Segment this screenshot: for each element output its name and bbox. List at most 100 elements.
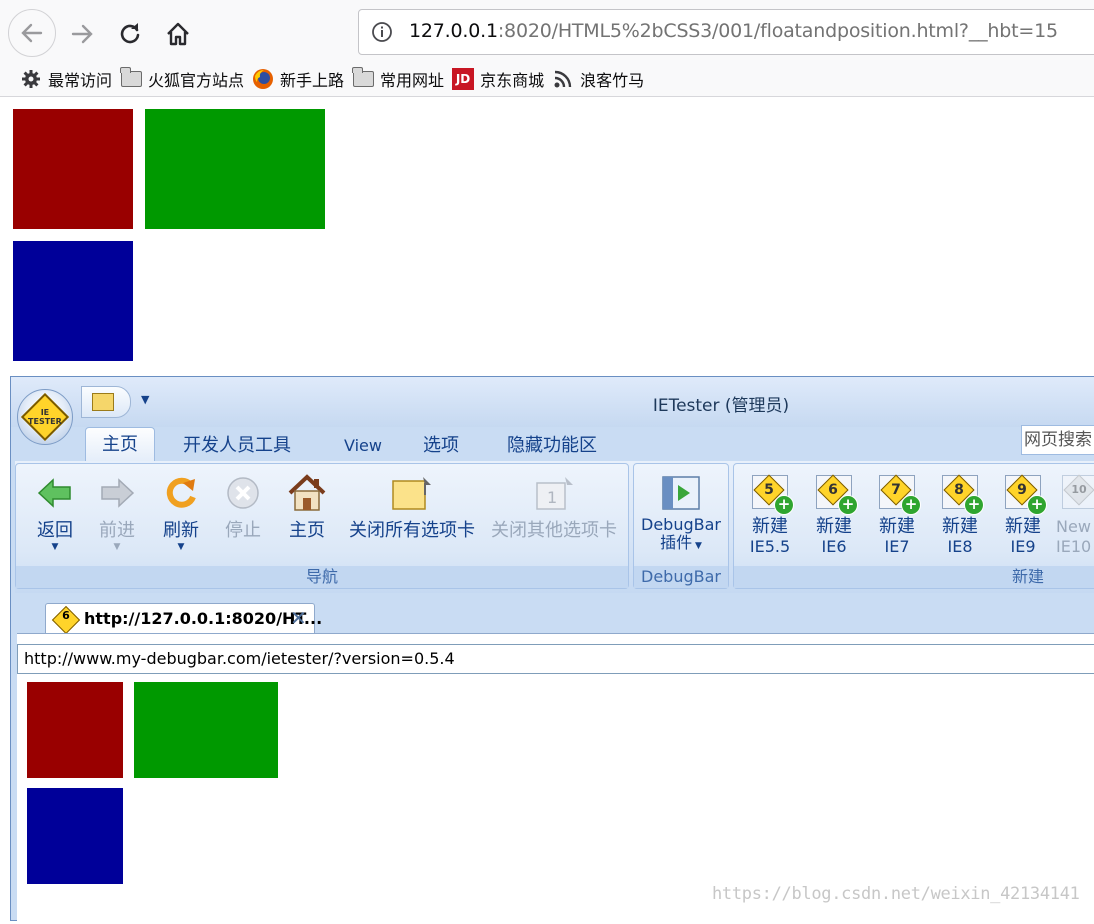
url-path: :8020/HTML5%2bCSS3/001/floatandposition.… [497,20,1058,42]
new-group-label: 新建 [734,566,1094,588]
version-label: IE10 [1056,537,1092,556]
new-ie8-button[interactable]: 8 + 新建 IE8 [930,470,990,556]
bookmark-label: 浪客竹马 [580,71,645,90]
gear-icon [20,68,42,90]
home-button[interactable] [156,12,200,56]
blue-box [13,241,133,361]
window-title: IETester (管理员) [652,396,790,416]
ie55-icon: 5 + [750,473,794,515]
forward-button[interactable] [60,12,104,56]
new-ie10-button[interactable]: 10 New IE10 [1056,470,1094,556]
ie-blue-box [27,788,123,884]
folder-icon [120,67,142,90]
bookmark-jd[interactable]: JD 京东商城 [452,62,552,96]
nav-group: 返回 ▼ 前进 ▼ 刷新 ▼ 停止 主页 关闭所有选项卡 1 关闭其他选项卡 导… [15,463,629,589]
green-box [145,109,325,229]
debugbar-group: DebugBar 插件 ▼ DebugBar [633,463,729,589]
document-tab-title: http://127.0.0.1:8020/HT... [84,609,323,628]
debugbar-icon [662,476,700,510]
firefox-icon [252,68,274,90]
bookmark-most-visited[interactable]: 最常访问 [20,62,120,96]
url-text: 127.0.0.1:8020/HTML5%2bCSS3/001/floatand… [409,20,1058,42]
close-other-tabs-button[interactable]: 1 关闭其他选项卡 [484,470,624,542]
new-label: 新建 [816,516,852,537]
bookmark-firefox-site[interactable]: 火狐官方站点 [120,62,252,96]
bookmark-rss[interactable]: 浪客竹马 [552,62,652,96]
close-all-tabs-button[interactable]: 关闭所有选项卡 [342,470,482,542]
back-label: 返回 [37,520,73,541]
tab-number-icon: 1 [536,477,573,510]
tab-hide-ribbon[interactable]: 隐藏功能区 [507,431,597,461]
new-label: New [1056,517,1091,536]
bookmarks-toolbar: 最常访问 火狐官方站点 新手上路 常用网址 JD 京东商城 浪客竹马 [0,62,1094,97]
folder-icon [352,67,374,90]
ie10-icon: 10 [1060,473,1094,513]
new-ie55-button[interactable]: 5 + 新建 IE5.5 [740,470,800,556]
ietester-orb-button[interactable]: IE TESTER [17,389,73,445]
arrow-left-icon [21,23,43,43]
version-label: IE6 [821,537,847,556]
home-icon [167,22,189,46]
forward-label: 前进 [99,520,135,541]
debugbar-plugin-button[interactable]: DebugBar 插件 ▼ [638,470,724,555]
refresh-icon [166,477,196,508]
house-icon [288,474,326,511]
back-button[interactable] [8,9,56,57]
ie8-icon: 8 + [940,473,984,515]
web-search-input[interactable]: 网页搜索 [1021,425,1094,455]
back-ribbon-button[interactable]: 返回 ▼ [26,470,84,552]
close-all-tabs-label: 关闭所有选项卡 [349,520,475,541]
close-other-tabs-label: 关闭其他选项卡 [491,520,617,541]
ie9-icon: 9 + [1003,473,1047,515]
bookmark-label: 火狐官方站点 [148,71,245,90]
debugbar-group-label: DebugBar [634,566,728,588]
new-group: 5 + 新建 IE5.5 6 + 新建 IE6 7 + 新建 IE7 8 + 新建 IE… [733,463,1094,589]
version-label: IE9 [1010,537,1036,556]
jd-icon: JD [452,68,475,90]
new-label: 新建 [1005,516,1041,537]
svg-text:1: 1 [547,488,557,507]
bookmark-label: 最常访问 [48,71,113,90]
close-icon[interactable]: ✕ [290,606,307,630]
tab-home[interactable]: 主页 [85,427,155,462]
new-ie7-button[interactable]: 7 + 新建 IE7 [867,470,927,556]
ie6-icon: 6 + [814,473,858,515]
refresh-label: 刷新 [163,520,199,541]
url-host: 127.0.0.1 [409,20,498,42]
ietester-window: ▼ IETester (管理员) IE TESTER 主页 开发人员工具 View… [10,376,1094,924]
back-arrow-icon [37,478,71,508]
nav-group-label: 导航 [16,566,628,588]
ie-document-area: http://www.my-debugbar.com/ietester/?ver… [17,633,1094,924]
home-ribbon-button[interactable]: 主页 [282,470,332,542]
info-icon[interactable] [371,21,393,43]
stop-label: 停止 [225,520,261,541]
tab-options[interactable]: 选项 [423,431,459,461]
bookmark-label: 新手上路 [280,71,345,90]
stop-icon [227,477,259,509]
ribbon-tabs: 主页 开发人员工具 View 选项 隐藏功能区 [11,427,1094,462]
bookmark-getting-started[interactable]: 新手上路 [252,62,352,96]
bookmark-common-sites[interactable]: 常用网址 [352,62,452,96]
ie-red-box [27,682,123,778]
ie-address-bar[interactable]: http://www.my-debugbar.com/ietester/?ver… [17,644,1094,674]
ietester-titlebar: ▼ IETester (管理员) [11,377,1094,427]
ie-address-text: http://www.my-debugbar.com/ietester/?ver… [24,649,455,668]
version-label: IE7 [884,537,910,556]
ie7-icon: 7 + [877,473,921,515]
bookmark-label: 常用网址 [380,71,445,90]
version-label: IE8 [947,537,973,556]
stop-ribbon-button[interactable]: 停止 [218,470,268,542]
forward-ribbon-button[interactable]: 前进 ▼ [88,470,146,552]
url-bar[interactable]: 127.0.0.1:8020/HTML5%2bCSS3/001/floatand… [358,9,1094,55]
tab-developer-tools[interactable]: 开发人员工具 [183,431,291,461]
ie-green-box [134,682,278,778]
refresh-ribbon-button[interactable]: 刷新 ▼ [152,470,210,552]
new-ie9-button[interactable]: 9 + 新建 IE9 [993,470,1053,556]
reload-button[interactable] [108,12,152,56]
new-ie6-button[interactable]: 6 + 新建 IE6 [804,470,864,556]
tab-view[interactable]: View [344,431,382,461]
document-tab[interactable]: 6 http://127.0.0.1:8020/HT... ✕ [45,603,322,635]
red-box [13,109,133,229]
browser-toolbar: 127.0.0.1:8020/HTML5%2bCSS3/001/floatand… [0,0,1094,62]
folder-tab-icon [392,477,431,510]
